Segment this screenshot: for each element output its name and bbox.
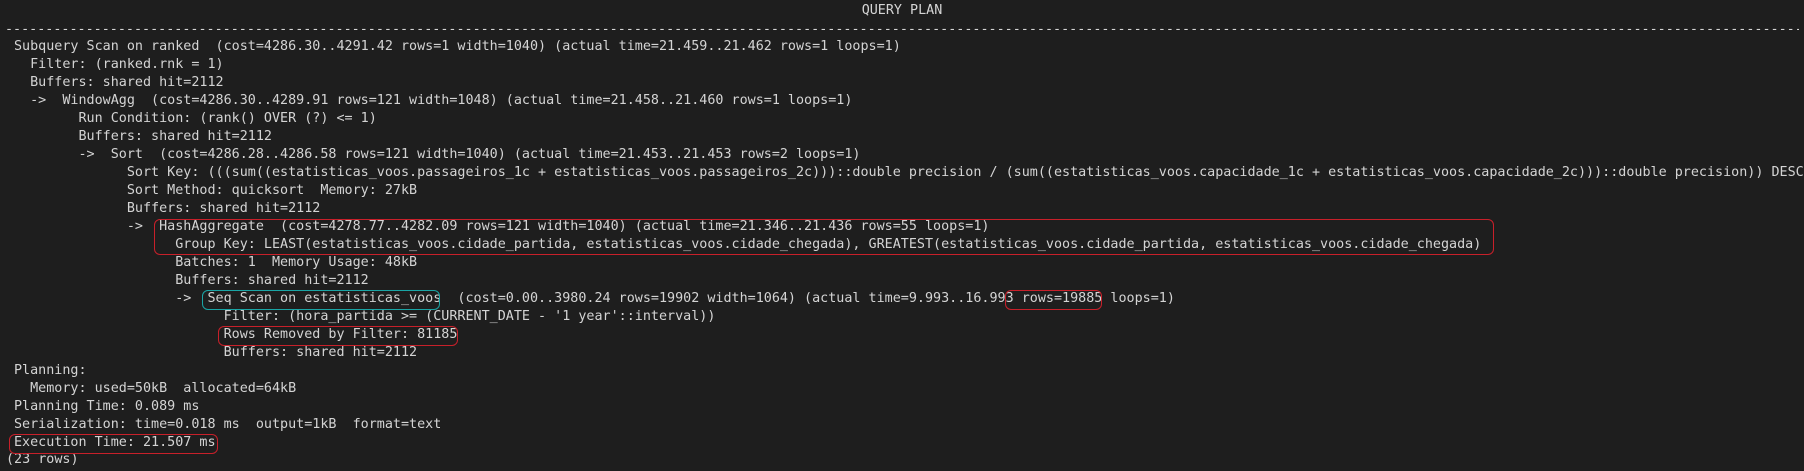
plan-line: Execution Time: 21.507 ms [14,435,216,450]
plan-line: Rows Removed by Filter: 81185 [14,327,458,342]
plan-line: Group Key: LEAST(estatisticas_voos.cidad… [14,237,1482,252]
plan-line: Buffers: shared hit=2112 [14,75,224,90]
plan-line: Buffers: shared hit=2112 [14,201,321,216]
plan-line: -> HashAggregate (cost=4278.77..4282.09 … [14,219,990,234]
plan-line: Buffers: shared hit=2112 [14,129,272,144]
plan-line: Sort Key: (((sum((estatisticas_voos.pass… [14,165,1804,180]
plan-line: Run Condition: (rank() OVER (?) <= 1) [14,111,377,126]
plan-line: Memory: used=50kB allocated=64kB [14,381,297,396]
plan-line: Filter: (hora_partida >= (CURRENT_DATE -… [14,309,716,324]
plan-line: Planning: [14,363,87,378]
plan-line: -> Sort (cost=4286.28..4286.58 rows=121 … [14,147,861,162]
plan-line: Buffers: shared hit=2112 [14,273,369,288]
plan-line: Batches: 1 Memory Usage: 48kB [14,255,418,270]
plan-line: Subquery Scan on ranked (cost=4286.30..4… [14,39,901,54]
plan-line: Sort Method: quicksort Memory: 27kB [14,183,418,198]
separator-line: ----------------------------------------… [5,22,1799,37]
query-plan-header: QUERY PLAN [861,3,943,18]
plan-line: Serialization: time=0.018 ms output=1kB … [14,417,442,432]
plan-line: Filter: (ranked.rnk = 1) [14,57,224,72]
plan-line: -> WindowAgg (cost=4286.30..4289.91 rows… [14,93,853,108]
plan-line: -> Seq Scan on estatisticas_voos (cost=0… [14,291,1175,306]
row-count-footer: (23 rows) [6,452,79,467]
plan-line: Buffers: shared hit=2112 [14,345,418,360]
plan-line: Planning Time: 0.089 ms [14,399,200,414]
terminal-window[interactable]: QUERY PLAN -----------------------------… [0,0,1804,471]
